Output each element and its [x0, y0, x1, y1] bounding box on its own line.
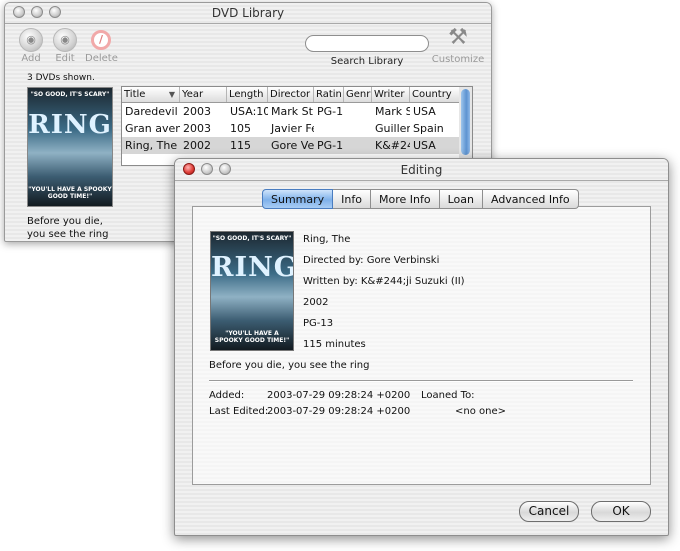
edit-label: Edit: [55, 53, 75, 64]
col-writer[interactable]: Writer: [372, 87, 410, 102]
scrollbar-thumb[interactable]: [461, 89, 470, 155]
cell-year: 2003: [183, 122, 211, 135]
poster-quote: "SO GOOD, IT'S SCARY": [212, 235, 292, 242]
tab-info[interactable]: Info: [333, 189, 371, 209]
table-header: Title ▼ Year Length Director Ratin Genr W…: [122, 87, 460, 103]
cell-rating: [314, 120, 344, 137]
dvd-edit-icon: ◉: [53, 28, 77, 52]
cover-image: "SO GOOD, IT'S SCARY" RING "YOU'LL HAVE …: [210, 231, 294, 351]
cell-country: USA: [413, 139, 436, 152]
add-button[interactable]: ◉ Add: [15, 28, 47, 64]
length-text: 115 minutes: [303, 339, 366, 350]
dvd-add-icon: ◉: [19, 28, 43, 52]
cell-genre: [344, 120, 372, 137]
cell-director: Gore Ve: [271, 139, 314, 152]
toolbar: ◉ Add ◉ Edit / Delete Search Library ⚒ C…: [5, 24, 491, 71]
last-edited-label: Last Edited:: [209, 406, 269, 417]
writer-text: Written by: K&#244;ji Suzuki (II): [303, 276, 465, 287]
cell-title: Gran aven: [125, 122, 180, 135]
added-label: Added:: [209, 390, 245, 401]
cell-year: 2002: [183, 139, 211, 152]
library-titlebar[interactable]: DVD Library: [5, 3, 491, 24]
dvd-table: Title ▼ Year Length Director Ratin Genr W…: [121, 86, 461, 166]
window-title: DVD Library: [211, 6, 285, 20]
cell-title: Daredevil: [125, 105, 178, 118]
poster-bottom-text: "YOU'LL HAVE A SPOOKY GOOD TIME!": [214, 330, 290, 344]
cell-director: Mark St: [271, 105, 313, 118]
edit-button[interactable]: ◉ Edit: [49, 28, 81, 64]
selected-tagline: Before you die, you see the ring: [27, 216, 109, 240]
table-row-selected[interactable]: Ring, The 2002 115 Gore Ve PG-1 K&#24 US…: [122, 137, 460, 154]
cell-writer: K&#24: [375, 139, 410, 152]
last-edited-value: 2003-07-29 09:28:24 +0200: [267, 406, 411, 417]
dvd-count: 3 DVDs shown.: [27, 73, 95, 83]
cell-length: 105: [230, 122, 251, 135]
col-country[interactable]: Country: [410, 87, 460, 102]
added-value: 2003-07-29 09:28:24 +0200: [267, 390, 411, 401]
cancel-button[interactable]: Cancel: [519, 501, 579, 522]
search-input[interactable]: [305, 35, 429, 52]
col-rating[interactable]: Ratin: [314, 87, 344, 102]
customize-label: Customize: [431, 54, 485, 65]
poster-quote: "SO GOOD, IT'S SCARY": [30, 91, 110, 98]
cell-length: 115: [230, 139, 251, 152]
customize-button[interactable]: ⚒ Customize: [429, 25, 487, 66]
table-row[interactable]: Gran aven 2003 105 Javier Fe Guiller Spa…: [122, 120, 460, 137]
director-text: Directed by: Gore Verbinski: [303, 255, 440, 266]
poster-title: RING: [211, 252, 294, 283]
editing-window: Editing Summary Info More Info Loan Adva…: [174, 158, 669, 536]
tab-loan[interactable]: Loan: [439, 189, 483, 209]
cell-rating: PG-1: [317, 105, 344, 118]
tab-advanced-info[interactable]: Advanced Info: [482, 189, 579, 209]
delete-icon: /: [91, 30, 111, 50]
cell-length: USA:10: [230, 105, 268, 118]
year-text: 2002: [303, 297, 329, 308]
rating-text: PG-13: [303, 318, 334, 329]
poster-title: RING: [28, 110, 112, 140]
editing-titlebar[interactable]: Editing: [175, 159, 668, 181]
table-scrollbar[interactable]: [459, 86, 473, 164]
loaned-label: Loaned To:: [421, 390, 475, 401]
cell-writer: Guiller: [375, 122, 410, 135]
tab-summary[interactable]: Summary: [262, 189, 334, 209]
cell-genre: [344, 103, 372, 120]
cell-director: Javier Fe: [271, 122, 314, 135]
cell-year: 2003: [183, 105, 211, 118]
window-title: Editing: [400, 163, 443, 177]
tab-bar: Summary Info More Info Loan Advanced Inf…: [262, 189, 579, 209]
sort-arrow-icon: ▼: [168, 90, 175, 99]
col-genre[interactable]: Genr: [344, 87, 372, 102]
delete-button[interactable]: / Delete: [85, 28, 118, 64]
tagline-text: Before you die, you see the ring: [209, 360, 370, 371]
loaned-value: <no one>: [455, 406, 507, 417]
divider: [209, 380, 633, 382]
movie-title: Ring, The: [303, 234, 351, 245]
col-title[interactable]: Title ▼: [122, 87, 180, 102]
cell-title: Ring, The: [125, 139, 178, 152]
cell-country: Spain: [413, 122, 444, 135]
add-label: Add: [21, 53, 41, 64]
col-year[interactable]: Year: [180, 87, 227, 102]
poster-bottom-text: "YOU'LL HAVE A SPOOKY GOOD TIME!": [28, 186, 112, 200]
cover-thumbnail: "SO GOOD, IT'S SCARY" RING "YOU'LL HAVE …: [27, 87, 113, 207]
tab-more-info[interactable]: More Info: [371, 189, 440, 209]
cell-genre: [344, 137, 372, 154]
cell-writer: Mark S: [375, 105, 410, 118]
search-label: Search Library: [330, 56, 404, 67]
delete-label: Delete: [85, 53, 118, 64]
col-director[interactable]: Director: [268, 87, 314, 102]
cell-rating: PG-1: [317, 139, 344, 152]
table-row[interactable]: Daredevil 2003 USA:10 Mark St PG-1 Mark …: [122, 103, 460, 120]
tools-icon: ⚒: [448, 25, 468, 50]
cell-country: USA: [413, 105, 436, 118]
col-length[interactable]: Length: [227, 87, 268, 102]
ok-button[interactable]: OK: [591, 501, 651, 522]
